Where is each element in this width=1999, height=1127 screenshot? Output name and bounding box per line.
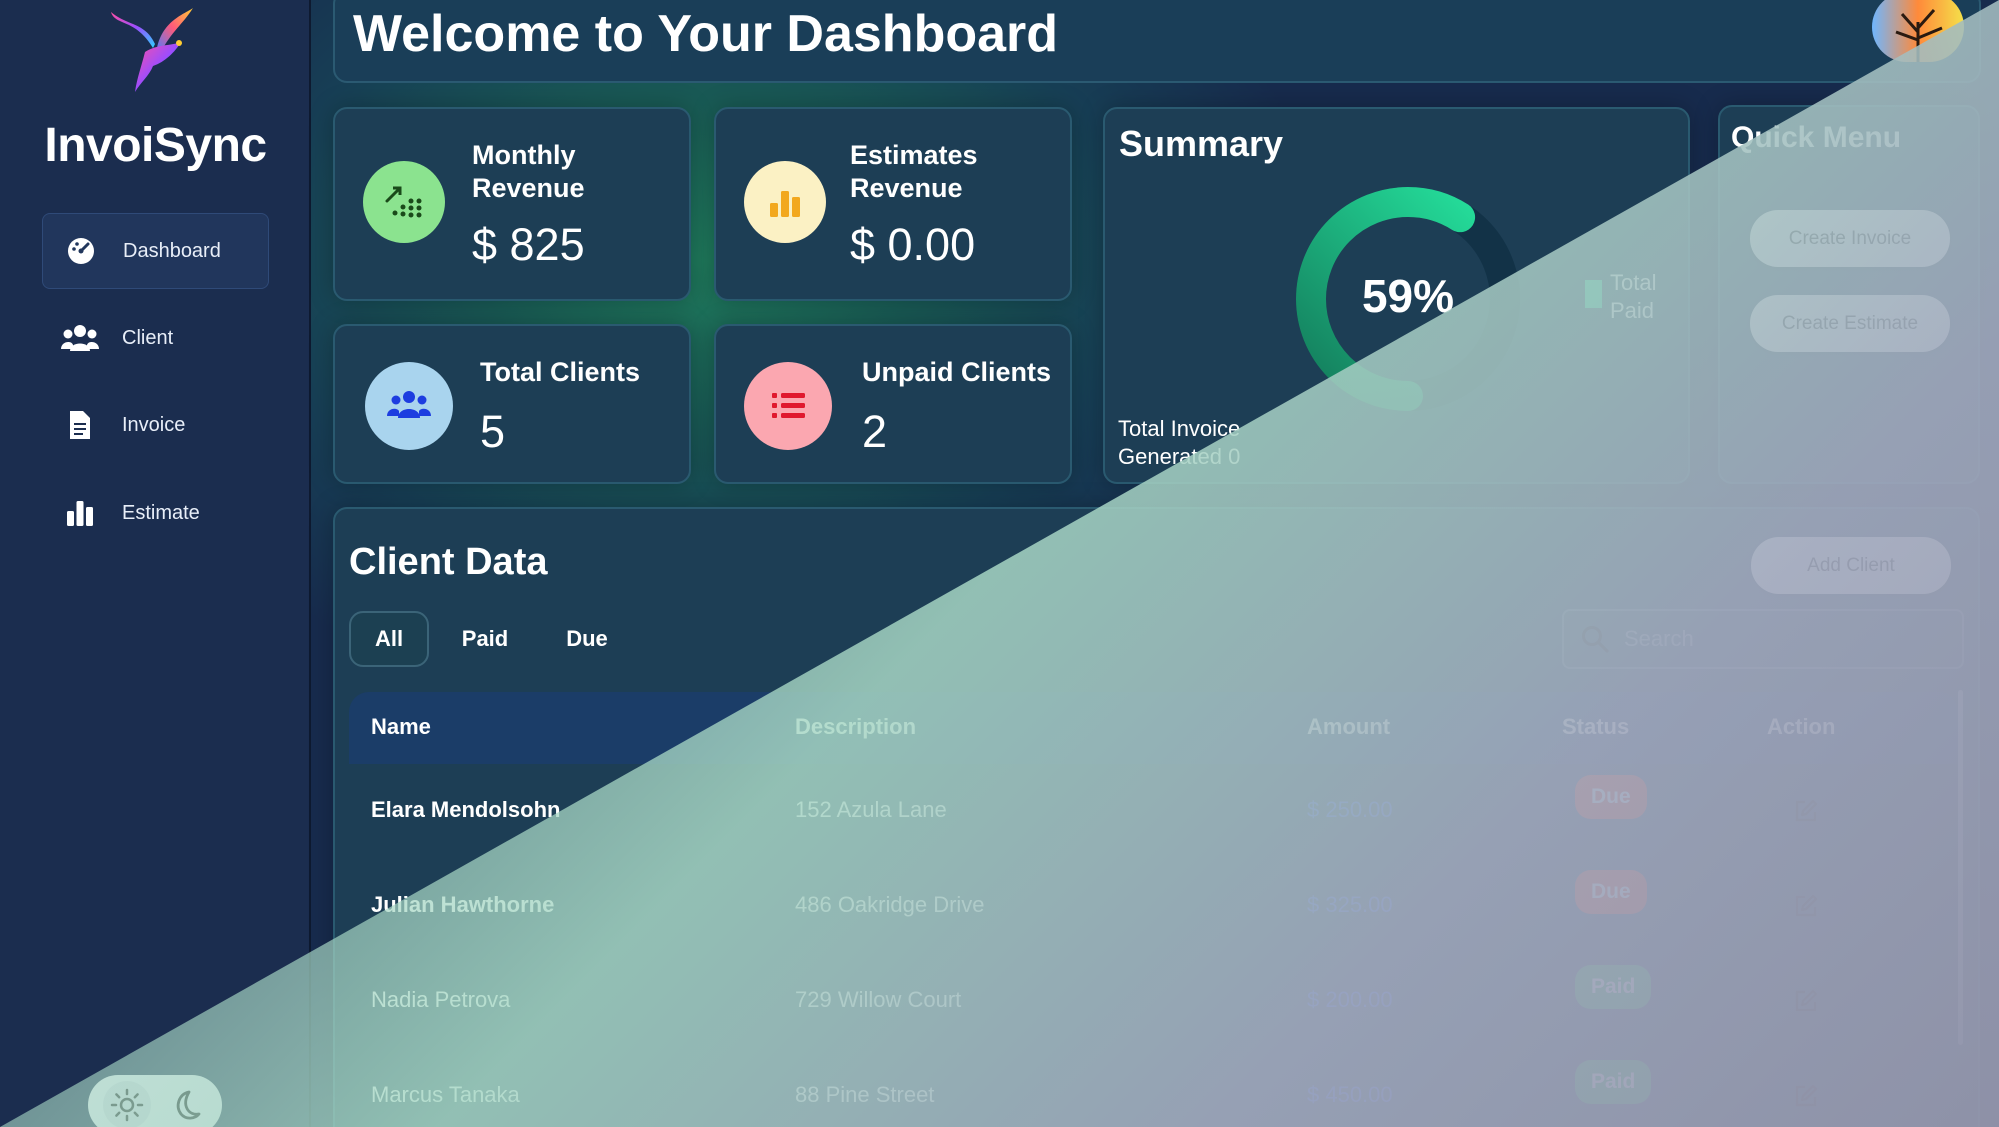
monthly-revenue-card: Monthly Revenue $ 825 xyxy=(333,107,691,301)
legend-label: Paid xyxy=(1610,298,1655,323)
sidebar-item-label: Client xyxy=(122,326,174,349)
cell-amount: $ 450.00 xyxy=(1307,1082,1393,1107)
sidebar: InvoiSync Dashboard Client Invoice Estim… xyxy=(0,0,311,1127)
cell-description: 486 Oakridge Drive xyxy=(795,892,985,917)
total-clients-card: Total Clients 5 xyxy=(333,324,691,484)
stat-title: Unpaid Clients xyxy=(862,357,1052,387)
cell-name: Marcus Tanaka xyxy=(371,1082,520,1107)
list-icon xyxy=(744,362,832,450)
summary-title: Summary xyxy=(1119,123,1284,164)
trend-up-icon xyxy=(363,161,445,243)
donut-percent-label: 59% xyxy=(1361,270,1455,322)
bird-logo-icon xyxy=(111,8,193,92)
column-header-name: Name xyxy=(371,714,431,739)
legend-label: Total xyxy=(1610,270,1657,295)
summary-card: Summary 59% Total Paid Total Invoice Gen… xyxy=(1103,107,1690,484)
stat-value: 2 xyxy=(862,406,888,457)
users-icon xyxy=(60,318,100,358)
summary-footer-line: Generated 0 xyxy=(1118,444,1241,469)
quick-menu-title: Quick Menu xyxy=(1731,121,1902,154)
stat-value: $ 825 xyxy=(472,219,585,270)
sidebar-item-invoice[interactable]: Invoice xyxy=(42,387,269,463)
client-data-card: Client Data Add Client All Paid Due Name… xyxy=(333,507,1980,1127)
quick-menu-card: Quick Menu Create Invoice Create Estimat… xyxy=(1718,105,1980,484)
table-row: Nadia Petrova 729 Willow Court $ 200.00 … xyxy=(349,954,1958,1049)
gauge-icon xyxy=(61,231,101,271)
legend-text: Total Paid xyxy=(1610,269,1656,325)
edit-icon[interactable] xyxy=(1793,893,1819,919)
status-badge: Due xyxy=(1575,870,1647,914)
header: Welcome to Your Dashboard xyxy=(333,0,1981,83)
create-estimate-button[interactable]: Create Estimate xyxy=(1750,295,1950,352)
status-badge: Due xyxy=(1575,775,1647,819)
table-scrollbar[interactable] xyxy=(1958,690,1963,1045)
page-title: Welcome to Your Dashboard xyxy=(353,5,1059,63)
create-invoice-button[interactable]: Create Invoice xyxy=(1750,210,1950,267)
cell-amount: $ 250.00 xyxy=(1307,797,1393,822)
cell-name: Elara Mendolsohn xyxy=(371,797,561,822)
column-header-status: Status xyxy=(1562,714,1630,739)
bar-chart-icon xyxy=(60,493,100,533)
stat-title-line: Revenue xyxy=(472,173,585,203)
sidebar-item-label: Estimate xyxy=(122,501,200,524)
add-client-button[interactable]: Add Client xyxy=(1751,537,1951,594)
cell-name: Julian Hawthorne xyxy=(371,892,555,917)
app-root: InvoiSync Dashboard Client Invoice Estim… xyxy=(0,0,1999,1127)
column-header-amount: Amount xyxy=(1307,714,1391,739)
table-row: Julian Hawthorne 486 Oakridge Drive $ 32… xyxy=(349,859,1958,954)
edit-icon[interactable] xyxy=(1793,988,1819,1014)
cell-amount: $ 325.00 xyxy=(1307,892,1393,917)
cell-description: 88 Pine Street xyxy=(795,1082,935,1107)
summary-footer-line: Total Invoice xyxy=(1118,416,1241,441)
summary-footer: Total Invoice Generated 0 xyxy=(1118,415,1240,471)
legend-swatch xyxy=(1585,280,1602,308)
avatar[interactable] xyxy=(1872,0,1964,62)
search-input[interactable] xyxy=(1624,626,1944,652)
tab-all[interactable]: All xyxy=(349,611,429,667)
tab-due[interactable]: Due xyxy=(547,611,627,667)
table-header: Name Description Amount Status Action xyxy=(349,692,1958,764)
stat-title: Monthly Revenue xyxy=(472,139,585,205)
search-field[interactable] xyxy=(1562,609,1964,669)
sidebar-item-estimate[interactable]: Estimate xyxy=(42,475,269,551)
cell-description: 152 Azula Lane xyxy=(795,797,947,822)
search-icon xyxy=(1582,626,1609,653)
estimates-revenue-card: Estimates Revenue $ 0.00 xyxy=(714,107,1072,301)
stat-title-line: Revenue xyxy=(850,173,963,203)
column-header-action: Action xyxy=(1767,714,1836,739)
sun-icon[interactable] xyxy=(102,1081,151,1127)
moon-icon[interactable] xyxy=(160,1081,208,1127)
sidebar-item-dashboard[interactable]: Dashboard xyxy=(42,213,269,289)
stat-title-line: Estimates xyxy=(850,140,978,170)
table-row: Marcus Tanaka 88 Pine Street $ 450.00 Pa… xyxy=(349,1049,1958,1127)
bar-chart-icon xyxy=(744,161,826,243)
document-icon xyxy=(60,405,100,445)
sidebar-item-label: Invoice xyxy=(122,413,186,436)
stat-title: Estimates Revenue xyxy=(850,139,978,205)
stat-title-line: Monthly xyxy=(472,140,576,170)
status-badge: Paid xyxy=(1575,1060,1652,1104)
stat-title: Total Clients xyxy=(480,357,641,387)
stat-value: $ 0.00 xyxy=(850,219,976,270)
theme-toggle[interactable] xyxy=(88,1075,222,1127)
cell-amount: $ 200.00 xyxy=(1307,987,1393,1012)
edit-icon[interactable] xyxy=(1793,798,1819,824)
sidebar-item-client[interactable]: Client xyxy=(42,300,269,376)
unpaid-clients-card: Unpaid Clients 2 xyxy=(714,324,1072,484)
client-data-title: Client Data xyxy=(349,541,548,583)
tab-paid[interactable]: Paid xyxy=(445,611,525,667)
edit-icon[interactable] xyxy=(1793,1083,1819,1109)
brand-name: InvoiSync xyxy=(44,119,267,172)
users-icon xyxy=(365,362,453,450)
status-badge: Paid xyxy=(1575,965,1652,1009)
cell-name: Nadia Petrova xyxy=(371,987,511,1012)
sidebar-item-label: Dashboard xyxy=(123,239,221,262)
stat-value: 5 xyxy=(480,406,506,457)
column-header-description: Description xyxy=(795,714,917,739)
cell-description: 729 Willow Court xyxy=(795,987,962,1012)
table-row: Elara Mendolsohn 152 Azula Lane $ 250.00… xyxy=(349,764,1958,859)
